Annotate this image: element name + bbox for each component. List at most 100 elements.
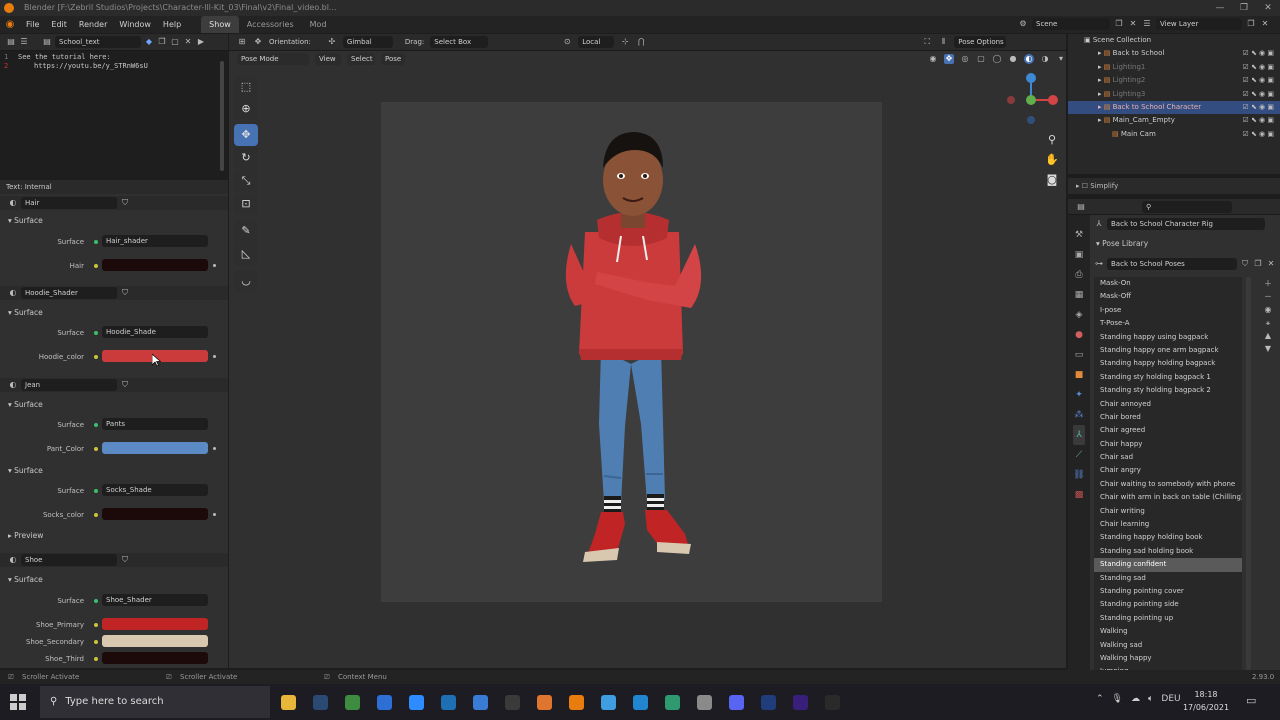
surface-section[interactable]: ▾ Surface — [8, 308, 43, 317]
pant-color-swatch[interactable] — [102, 442, 208, 454]
shoe-secondary-swatch[interactable] — [102, 635, 208, 647]
cloud-icon[interactable]: ☁︎ — [1131, 694, 1140, 704]
menu-file[interactable]: File — [20, 16, 45, 33]
run-script-icon[interactable]: ▶ — [196, 37, 206, 47]
material-icon[interactable]: ◐ — [8, 198, 18, 208]
pose-list-item[interactable]: Walking happy — [1094, 652, 1242, 665]
menu-render[interactable]: Render — [73, 16, 113, 33]
visibility-toggles[interactable]: ☑ ⬉ ◉ ▣ — [1242, 61, 1274, 74]
pose-options-dropdown[interactable]: Pose Options — [954, 36, 1007, 48]
pose-list-scrollbar[interactable] — [1246, 277, 1251, 670]
action-icon[interactable]: ⊶ — [1094, 259, 1104, 269]
material-name-field[interactable]: Jean — [21, 379, 117, 391]
simplify-panel[interactable]: ▸ ☐ Simplify — [1068, 178, 1280, 194]
visibility-icon[interactable]: ◉ — [928, 54, 938, 64]
shield-icon[interactable]: ⛉ — [1240, 259, 1250, 269]
modifier-tab-icon[interactable]: ✦ — [1073, 385, 1085, 405]
socks-color-swatch[interactable] — [102, 508, 208, 520]
hair-color-swatch[interactable] — [102, 259, 208, 271]
surface-section[interactable]: ▾ Surface — [8, 216, 43, 225]
wireframe-shading-icon[interactable]: ◯ — [992, 54, 1002, 64]
shoe-third-swatch[interactable] — [102, 652, 208, 664]
scrollbar[interactable] — [220, 61, 224, 171]
vscode-taskbar-icon[interactable] — [624, 688, 656, 716]
surface-shader-field[interactable]: Shoe_Shader — [102, 594, 208, 606]
visibility-toggles[interactable]: ☑ ⬉ ◉ ▣ — [1242, 114, 1274, 127]
shield-icon[interactable]: ⛉ — [120, 380, 130, 390]
visibility-toggles[interactable]: ☑ ⬉ ◉ ▣ — [1242, 74, 1274, 87]
pose-list-item[interactable]: Standing sad holding book — [1094, 545, 1242, 558]
drag-dropdown[interactable]: Select Box — [430, 36, 489, 48]
discord-taskbar-icon[interactable] — [720, 688, 752, 716]
keyframe-dot-icon[interactable] — [213, 447, 216, 450]
delete-scene-icon[interactable]: ✕ — [1128, 19, 1138, 29]
pose-list-item[interactable]: T-Pose-A — [1094, 317, 1242, 330]
gizmo-icon[interactable]: ✥ — [944, 54, 954, 64]
view-layer-icon[interactable]: ☰ — [1142, 19, 1152, 29]
orientation-dropdown[interactable]: Gimbal — [342, 36, 393, 48]
menu-select[interactable]: Select — [347, 53, 375, 65]
camera-view-icon[interactable]: ◙ — [1045, 170, 1059, 190]
pose-list-item[interactable]: Chair happy — [1094, 438, 1242, 451]
visibility-toggles[interactable]: ☑ ⬉ ◉ ▣ — [1242, 128, 1274, 141]
pose-list-item[interactable]: Chair waiting to somebody with phone — [1094, 478, 1242, 491]
material-icon[interactable]: ◐ — [8, 555, 18, 565]
close-button[interactable]: ✕ — [1256, 0, 1280, 16]
snap-icon[interactable]: ⊹ — [620, 37, 630, 47]
workspace-tab-show[interactable]: Show — [201, 16, 239, 33]
photoshop2-taskbar-icon[interactable] — [752, 688, 784, 716]
transform-pivot-icon[interactable]: ✥ — [253, 37, 263, 47]
keyframe-dot-icon[interactable] — [213, 513, 216, 516]
visibility-toggles[interactable]: ☑ ⬉ ◉ ▣ — [1242, 88, 1274, 101]
pose-list-item[interactable]: Mask-On — [1094, 277, 1242, 290]
scene-field[interactable]: Scene — [1032, 18, 1110, 30]
scene-tab-icon[interactable]: ◈ — [1073, 305, 1085, 325]
mode-dropdown[interactable]: Pose Mode — [237, 53, 309, 65]
edge-taskbar-icon[interactable] — [656, 688, 688, 716]
view-layer-tab-icon[interactable]: ▦ — [1073, 285, 1085, 305]
outliner-row[interactable]: ▸ ▤ Main_Cam_Empty ☑ ⬉ ◉ ▣ — [1068, 114, 1280, 127]
move-down-icon[interactable]: ▼ — [1262, 342, 1274, 355]
material-name-field[interactable]: Hair — [21, 197, 117, 209]
taskbar-search[interactable]: ⚲ Type here to search — [40, 686, 270, 718]
maximize-button[interactable]: ❐ — [1232, 0, 1256, 16]
tool-tab-icon[interactable]: ⚒ — [1073, 225, 1085, 245]
constraint-tab-icon[interactable]: ⛓ — [1073, 465, 1085, 485]
minimize-button[interactable]: — — [1208, 0, 1232, 16]
text-datablock-icon[interactable]: ▤ — [42, 37, 52, 47]
scene-collection-row[interactable]: ▣ Scene Collection — [1068, 34, 1280, 47]
text-name-field[interactable]: School_text — [55, 36, 141, 48]
pose-list-item[interactable]: Chair bored — [1094, 411, 1242, 424]
rig-name-field[interactable]: Back to School Character Rig — [1107, 217, 1265, 230]
world-tab-icon[interactable]: ● — [1073, 325, 1085, 345]
menu-hamburger-icon[interactable]: ☰ — [19, 37, 29, 47]
apply-pose-icon[interactable]: ◉ — [1262, 303, 1274, 316]
figma-taskbar-icon[interactable] — [528, 688, 560, 716]
properties-search[interactable]: ⚲ — [1142, 200, 1232, 213]
scene-icon[interactable]: ⚙ — [1018, 19, 1028, 29]
remove-pose-icon[interactable]: － — [1262, 290, 1274, 303]
cursor-tool-icon[interactable]: ⊕ — [234, 98, 258, 120]
outliner-row[interactable]: ▤ Main Cam ☑ ⬉ ◉ ▣ — [1068, 128, 1280, 141]
surface-shader-field[interactable]: Hoodie_Shade — [102, 326, 208, 338]
windows-start-icon[interactable] — [10, 694, 26, 710]
zoom-taskbar-icon[interactable] — [400, 688, 432, 716]
menu-pose[interactable]: Pose — [381, 53, 405, 65]
pose-list-item[interactable]: Standing happy one arm bagpack — [1094, 344, 1242, 357]
bone-roll-tool-icon[interactable]: ◡ — [234, 270, 258, 292]
new-view-layer-icon[interactable]: ❐ — [1246, 19, 1256, 29]
pose-list-item[interactable]: Standing pointing up — [1094, 612, 1242, 625]
shading-options-icon[interactable]: ▾ — [1056, 54, 1066, 64]
keyframe-dot-icon[interactable] — [213, 264, 216, 267]
pose-library-section[interactable]: ▾ Pose Library — [1096, 239, 1148, 248]
chrome-taskbar-icon[interactable] — [336, 688, 368, 716]
menu-view[interactable]: View — [315, 53, 341, 65]
mic-icon[interactable]: 🎙︎ — [1112, 694, 1123, 704]
delete-view-layer-icon[interactable]: ✕ — [1260, 19, 1270, 29]
shield-icon[interactable]: ⛉ — [120, 288, 130, 298]
pose-list-item[interactable]: Chair agreed — [1094, 424, 1242, 437]
unlink-text-icon[interactable]: ✕ — [183, 37, 193, 47]
xray-icon[interactable]: ▢ — [976, 54, 986, 64]
shield-icon[interactable]: ⛉ — [120, 555, 130, 565]
surface-section[interactable]: ▾ Surface — [8, 575, 43, 584]
